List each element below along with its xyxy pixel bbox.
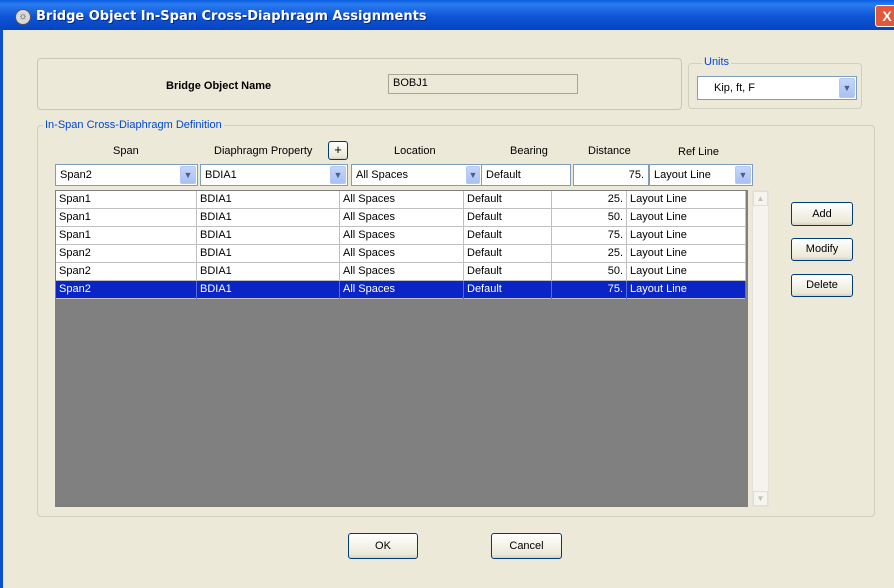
- cell-property: BDIA1: [197, 227, 340, 245]
- cell-ref-line: Layout Line: [627, 245, 746, 263]
- chevron-down-icon[interactable]: ▼: [466, 166, 480, 184]
- diaphragm-grid: Span1 BDIA1 All Spaces Default 25. Layout Lin…: [55, 190, 748, 507]
- cell-location: All Spaces: [340, 191, 464, 209]
- cell-distance: 50.: [552, 263, 627, 281]
- span-dropdown[interactable]: Span2 ▼: [55, 164, 198, 186]
- cell-ref-line: Layout Line: [627, 227, 746, 245]
- cancel-button[interactable]: Cancel: [491, 533, 562, 559]
- chevron-down-icon[interactable]: ▼: [180, 166, 196, 184]
- cell-bearing: Default: [464, 263, 552, 281]
- bearing-field[interactable]: Default: [481, 164, 571, 186]
- table-row[interactable]: Span2 BDIA1 All Spaces Default 25. Layout Lin…: [56, 245, 746, 263]
- cell-property: BDIA1: [197, 191, 340, 209]
- cell-ref-line: Layout Line: [627, 209, 746, 227]
- cell-property: BDIA1: [197, 245, 340, 263]
- modify-button[interactable]: Modify: [791, 238, 853, 261]
- cell-ref-line: Layout Line: [627, 281, 746, 299]
- definition-legend: In-Span Cross-Diaphragm Definition: [43, 119, 224, 131]
- table-row[interactable]: Span1 BDIA1 All Spaces Default 50. Layout Lin…: [56, 209, 746, 227]
- header-bearing: Bearing: [510, 145, 548, 157]
- span-dropdown-value: Span2: [60, 169, 92, 181]
- table-row[interactable]: Span1 BDIA1 All Spaces Default 75. Layout Lin…: [56, 227, 746, 245]
- window-title: Bridge Object In-Span Cross-Diaphragm As…: [36, 9, 427, 24]
- chevron-down-icon[interactable]: ▼: [330, 166, 346, 184]
- cell-property: BDIA1: [197, 263, 340, 281]
- distance-field[interactable]: 75.: [573, 164, 649, 186]
- ok-button[interactable]: OK: [348, 533, 418, 559]
- cell-bearing: Default: [464, 245, 552, 263]
- delete-button[interactable]: Delete: [791, 274, 853, 297]
- window-frame-left: [0, 30, 3, 588]
- header-distance: Distance: [588, 145, 631, 157]
- chevron-down-icon[interactable]: ▼: [839, 78, 855, 98]
- table-row[interactable]: Span2 BDIA1 All Spaces Default 50. Layout Lin…: [56, 263, 746, 281]
- scroll-down-icon[interactable]: ▼: [753, 491, 768, 506]
- cell-span: Span1: [56, 227, 197, 245]
- header-ref-line: Ref Line: [678, 146, 719, 158]
- cell-distance: 75.: [552, 227, 627, 245]
- cell-property: BDIA1: [197, 281, 340, 299]
- ref-line-dropdown[interactable]: Layout Line ▼: [649, 164, 753, 186]
- cell-bearing: Default: [464, 209, 552, 227]
- header-location: Location: [394, 145, 436, 157]
- cell-distance: 25.: [552, 191, 627, 209]
- cell-property: BDIA1: [197, 209, 340, 227]
- location-value: All Spaces: [356, 169, 408, 181]
- cell-location: All Spaces: [340, 209, 464, 227]
- cell-span: Span1: [56, 191, 197, 209]
- cell-location: All Spaces: [340, 245, 464, 263]
- cell-span: Span1: [56, 209, 197, 227]
- cell-span: Span2: [56, 263, 197, 281]
- bridge-object-name-label: Bridge Object Name: [166, 80, 272, 92]
- cell-distance: 25.: [552, 245, 627, 263]
- location-dropdown[interactable]: All Spaces ▼: [351, 164, 482, 186]
- cell-distance: 75.: [552, 281, 627, 299]
- close-button[interactable]: X: [875, 5, 894, 27]
- cell-bearing: Default: [464, 191, 552, 209]
- cell-span: Span2: [56, 281, 197, 299]
- table-row[interactable]: Span2 BDIA1 All Spaces Default 75. Layout Lin…: [56, 281, 746, 299]
- cell-location: All Spaces: [340, 263, 464, 281]
- diaphragm-property-dropdown[interactable]: BDIA1 ▼: [200, 164, 348, 186]
- scroll-up-icon[interactable]: ▲: [753, 191, 768, 206]
- cell-span: Span2: [56, 245, 197, 263]
- ref-line-value: Layout Line: [654, 169, 711, 181]
- table-row[interactable]: Span1 BDIA1 All Spaces Default 25. Layout Lin…: [56, 191, 746, 209]
- app-icon: ☼: [15, 9, 31, 25]
- cell-ref-line: Layout Line: [627, 191, 746, 209]
- units-dropdown[interactable]: Kip, ft, F ▼: [697, 76, 857, 100]
- diaphragm-property-value: BDIA1: [205, 169, 237, 181]
- cell-location: All Spaces: [340, 281, 464, 299]
- chevron-down-icon[interactable]: ▼: [735, 166, 751, 184]
- title-bar: ☼ Bridge Object In-Span Cross-Diaphragm …: [0, 0, 894, 30]
- grid-vertical-scrollbar[interactable]: ▲ ▼: [752, 190, 769, 507]
- bridge-object-name-field: BOBJ1: [388, 74, 578, 94]
- cell-bearing: Default: [464, 227, 552, 245]
- header-span: Span: [113, 145, 139, 157]
- units-value: Kip, ft, F: [714, 82, 755, 94]
- cell-distance: 50.: [552, 209, 627, 227]
- add-property-button[interactable]: +: [328, 141, 348, 160]
- cell-location: All Spaces: [340, 227, 464, 245]
- header-diaphragm-property: Diaphragm Property: [214, 145, 313, 157]
- cell-ref-line: Layout Line: [627, 263, 746, 281]
- units-legend: Units: [702, 56, 732, 68]
- add-button[interactable]: Add: [791, 202, 853, 226]
- bridge-object-panel: [37, 58, 682, 110]
- cell-bearing: Default: [464, 281, 552, 299]
